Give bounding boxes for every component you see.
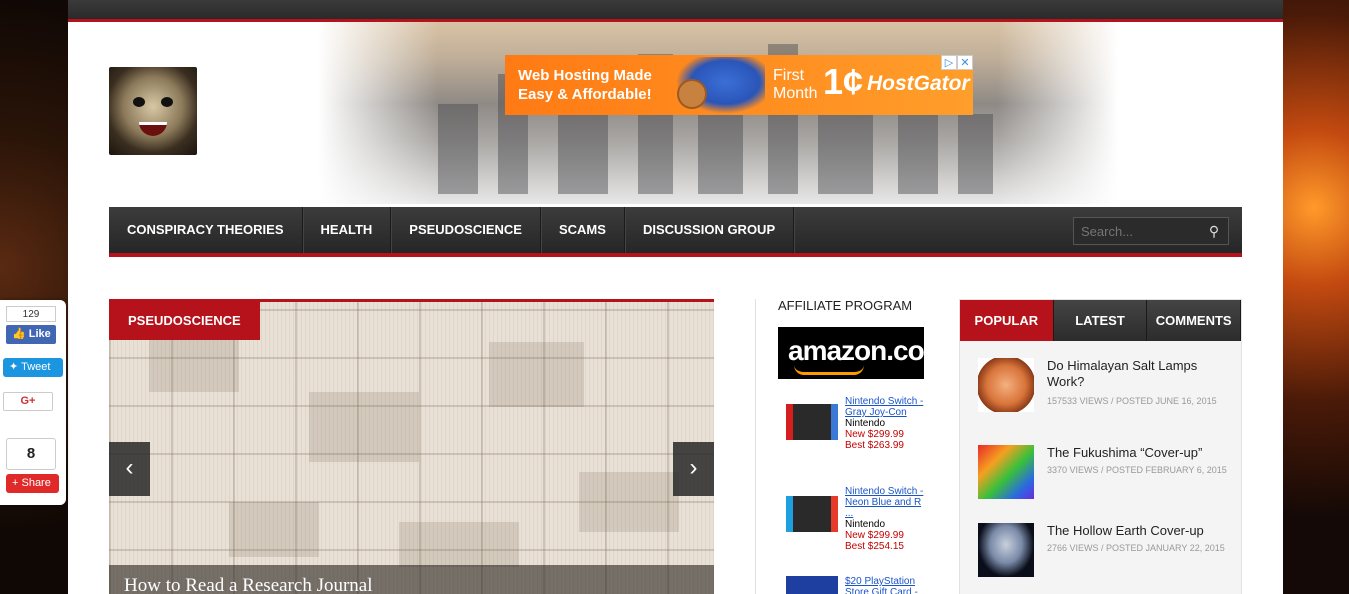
site-logo[interactable]	[109, 67, 197, 155]
product-best-price: Best $254.15	[845, 541, 904, 552]
post-title[interactable]: Do Himalayan Salt Lamps Work?	[1047, 358, 1227, 390]
facebook-like-label: Like	[28, 328, 51, 340]
post-title[interactable]: The Hollow Earth Cover-up	[1047, 523, 1227, 539]
tabbed-widget: POPULAR LATEST COMMENTS Do Himalayan Sal…	[959, 299, 1242, 594]
chevron-right-icon[interactable]: ›	[673, 442, 714, 496]
adchoices-icon[interactable]: ▷	[941, 55, 957, 70]
slide-category-tag[interactable]: PSEUDOSCIENCE	[109, 302, 260, 340]
ad-price: 1¢	[823, 61, 864, 102]
affiliate-widget: AFFILIATE PROGRAM amazon.com Nintendo Sw…	[778, 298, 928, 594]
post-thumbnail[interactable]	[978, 445, 1034, 499]
hostgator-ad-banner[interactable]: Web Hosting Made Easy & Affordable! Firs…	[505, 55, 973, 115]
product-new-price: New $299.99	[845, 429, 904, 440]
nav-item-discussion-group[interactable]: DISCUSSION GROUP	[625, 207, 795, 253]
slide-caption[interactable]: How to Read a Research Journal	[109, 565, 714, 594]
affiliate-product[interactable]: Nintendo Switch - Gray Joy-Con Nintendo …	[778, 396, 926, 456]
ad-month-text: Month	[773, 85, 818, 102]
product-title-link[interactable]: Nintendo Switch - Gray Joy-Con	[845, 396, 925, 418]
search-box: ⚲	[1073, 217, 1229, 245]
twitter-icon: ✦	[9, 361, 22, 373]
affiliate-product[interactable]: Nintendo Switch - Neon Blue and R ... Ni…	[778, 486, 926, 556]
share-count: 8	[6, 438, 56, 470]
ad-brand-name: HostGator	[867, 72, 970, 95]
background-right	[1279, 0, 1349, 594]
column-divider	[755, 299, 756, 594]
share-button[interactable]: + Share	[6, 474, 59, 493]
ad-first-text: First	[773, 67, 805, 84]
post-meta: 157533 VIEWS / POSTED JUNE 16, 2015	[1047, 396, 1217, 406]
nav-item-conspiracy-theories[interactable]: CONSPIRACY THEORIES	[109, 207, 303, 253]
post-title[interactable]: The Fukushima “Cover-up”	[1047, 445, 1227, 461]
product-brand: Nintendo	[845, 418, 886, 429]
post-meta: 2766 VIEWS / POSTED JANUARY 22, 2015	[1047, 543, 1225, 553]
tweet-button[interactable]: ✦ Tweet	[3, 358, 63, 377]
ad-headline-line2: Easy & Affordable!	[518, 86, 652, 103]
post-thumbnail[interactable]	[978, 523, 1034, 577]
product-new-price: New $299.99	[845, 530, 904, 541]
facebook-like-button[interactable]: 👍 Like	[6, 325, 56, 344]
product-best-price: Best $263.99	[845, 440, 904, 451]
search-input[interactable]	[1074, 223, 1202, 239]
search-icon[interactable]: ⚲	[1202, 223, 1226, 240]
tab-popular[interactable]: POPULAR	[960, 300, 1054, 341]
ad-headline-line1: Web Hosting Made	[518, 67, 652, 84]
nav-item-scams[interactable]: SCAMS	[541, 207, 625, 253]
widget-tabs: POPULAR LATEST COMMENTS	[960, 300, 1242, 341]
amazon-logo-text: amazon.com	[788, 335, 924, 366]
popular-post[interactable]: Do Himalayan Salt Lamps Work? 157533 VIE…	[978, 358, 1228, 418]
featured-slider: PSEUDOSCIENCE ‹ › How to Read a Research…	[109, 299, 714, 594]
affiliate-title: AFFILIATE PROGRAM	[778, 298, 913, 313]
product-image[interactable]	[786, 576, 838, 594]
tab-latest[interactable]: LATEST	[1053, 300, 1148, 341]
ad-mascot-image	[677, 57, 765, 113]
product-image[interactable]	[786, 496, 838, 532]
amazon-logo[interactable]: amazon.com	[778, 327, 924, 379]
google-plus-button[interactable]: G+	[3, 392, 53, 411]
post-meta: 3370 VIEWS / POSTED FEBRUARY 6, 2015	[1047, 465, 1227, 475]
nav-item-pseudoscience[interactable]: PSEUDOSCIENCE	[391, 207, 541, 253]
chevron-left-icon[interactable]: ‹	[109, 442, 150, 496]
facebook-like-count: 129	[6, 306, 56, 322]
main-nav: CONSPIRACY THEORIES HEALTH PSEUDOSCIENCE…	[109, 207, 1242, 257]
page-wrapper: Web Hosting Made Easy & Affordable! Firs…	[68, 0, 1283, 594]
product-image[interactable]	[786, 404, 838, 440]
product-title-link[interactable]: Nintendo Switch - Neon Blue and R ...	[845, 486, 925, 519]
tweet-label: Tweet	[21, 361, 51, 373]
ad-choices: ▷ ✕	[941, 55, 973, 70]
popular-post[interactable]: The Fukushima “Cover-up” 3370 VIEWS / PO…	[978, 445, 1228, 505]
social-share-bar: 129 👍 Like ✦ Tweet G+ 8 + Share	[0, 300, 66, 505]
top-bar	[68, 0, 1283, 22]
close-icon[interactable]: ✕	[957, 55, 973, 70]
popular-post[interactable]: The Hollow Earth Cover-up 2766 VIEWS / P…	[978, 523, 1228, 583]
nav-item-health[interactable]: HEALTH	[303, 207, 392, 253]
post-thumbnail[interactable]	[978, 358, 1034, 412]
share-label: Share	[21, 477, 51, 489]
tab-comments[interactable]: COMMENTS	[1147, 300, 1242, 341]
product-brand: Nintendo	[845, 519, 886, 530]
facebook-icon: 👍	[12, 328, 29, 340]
affiliate-product[interactable]: $20 PlayStation Store Gift Card -	[778, 576, 926, 594]
product-title-link[interactable]: $20 PlayStation Store Gift Card -	[845, 576, 925, 594]
site-header: Web Hosting Made Easy & Affordable! Firs…	[68, 22, 1283, 204]
